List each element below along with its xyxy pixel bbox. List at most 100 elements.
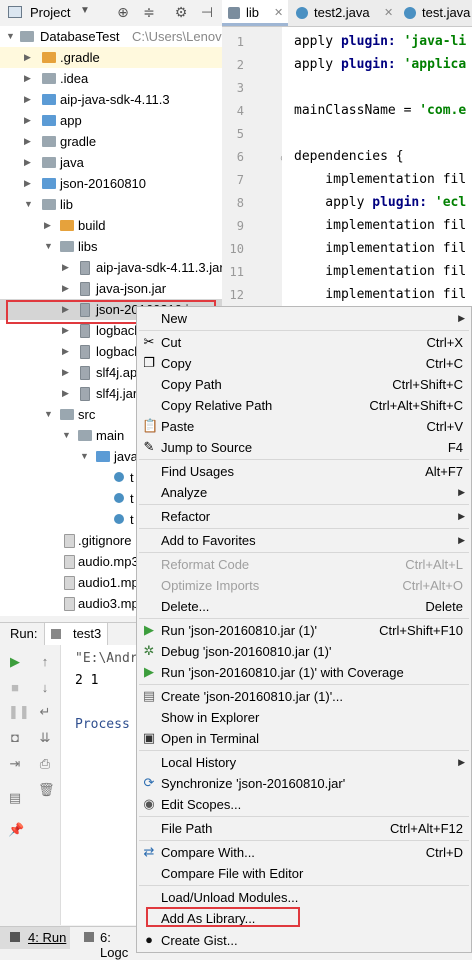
menu-item-add-to-favorites[interactable]: Add to Favorites ▶ xyxy=(137,530,471,551)
arrow-down-icon[interactable]: ↓ xyxy=(38,681,52,695)
tree-item[interactable]: ▼ lib xyxy=(0,194,222,215)
menu-item-run[interactable]: ▶ Run 'json-20160810.jar (1)' Ctrl+Shift… xyxy=(137,620,471,641)
tree-item[interactable]: ▶ app xyxy=(0,110,222,131)
menu-item-shortcut: Ctrl+X xyxy=(426,335,463,350)
pin-icon[interactable]: 📌 xyxy=(8,823,24,837)
expand-arrow-icon[interactable]: ▶ xyxy=(24,68,34,89)
logcat-tool-tab[interactable]: 6: Logc xyxy=(80,927,140,960)
menu-item-show-in-explorer[interactable]: Show in Explorer xyxy=(137,707,471,728)
tree-item-label: main xyxy=(96,428,125,443)
menu-separator xyxy=(139,330,469,331)
menu-item-run-coverage[interactable]: ▶ Run 'json-20160810.jar (1)' with Cover… xyxy=(137,662,471,683)
tree-item[interactable]: ▶ java xyxy=(0,152,222,173)
stop-icon[interactable]: ■ xyxy=(8,681,22,695)
rerun-icon[interactable]: ▶ xyxy=(8,655,22,669)
jar-icon xyxy=(80,282,90,296)
exit-icon[interactable]: ⇥ xyxy=(8,757,22,771)
menu-item-synchronize[interactable]: ⟳ Synchronize 'json-20160810.jar' xyxy=(137,773,471,794)
project-panel-title[interactable]: Project xyxy=(30,5,70,20)
menu-item-create-gist[interactable]: ● Create Gist... xyxy=(137,930,471,951)
hide-panel-icon[interactable]: ⊣ xyxy=(198,3,216,21)
expand-arrow-icon[interactable]: ▼ xyxy=(6,26,16,47)
menu-item-edit-scopes[interactable]: ◉ Edit Scopes... xyxy=(137,794,471,815)
menu-item-new[interactable]: New ▶ xyxy=(137,308,471,329)
expand-arrow-icon[interactable]: ▶ xyxy=(62,362,72,383)
menu-item-cut[interactable]: ✂ Cut Ctrl+X xyxy=(137,332,471,353)
locate-target-icon[interactable]: ⊕ xyxy=(114,3,132,21)
tree-item[interactable]: ▶ aip-java-sdk-4.11.3 xyxy=(0,89,222,110)
expand-arrow-icon[interactable]: ▶ xyxy=(24,152,34,173)
tab-test2[interactable]: test2.java ✕ xyxy=(290,0,396,26)
line-number: 4 xyxy=(236,104,244,118)
tree-item-label: audio.mp3 xyxy=(78,554,139,569)
expand-arrow-icon[interactable]: ▶ xyxy=(62,341,72,362)
menu-item-label: Analyze xyxy=(161,485,208,500)
camera-icon[interactable]: ◘ xyxy=(8,731,22,745)
expand-arrow-icon[interactable]: ▶ xyxy=(24,131,34,152)
menu-item-reformat-code[interactable]: Reformat Code Ctrl+Alt+L xyxy=(137,554,471,575)
close-icon[interactable]: ✕ xyxy=(384,0,393,26)
print-icon[interactable]: ⎙ xyxy=(38,757,52,771)
expand-arrow-icon[interactable]: ▼ xyxy=(24,194,34,215)
expand-arrow-icon[interactable]: ▶ xyxy=(24,110,34,131)
expand-arrow-icon[interactable]: ▶ xyxy=(62,383,72,404)
menu-item-copy-relative-path[interactable]: Copy Relative Path Ctrl+Alt+Shift+C xyxy=(137,395,471,416)
tree-item[interactable]: ▶ json-20160810 xyxy=(0,173,222,194)
menu-item-optimize-imports[interactable]: Optimize Imports Ctrl+Alt+O xyxy=(137,575,471,596)
tree-item[interactable]: ▼ libs xyxy=(0,236,222,257)
expand-arrow-icon[interactable]: ▶ xyxy=(62,278,72,299)
menu-item-compare-file-with-editor[interactable]: Compare File with Editor xyxy=(137,863,471,884)
expand-arrow-icon[interactable]: ▼ xyxy=(44,236,54,257)
tree-item[interactable]: ▶ .gradle xyxy=(0,47,222,68)
module-folder-icon xyxy=(42,115,56,126)
code-editor[interactable]: apply plugin: 'java-li apply plugin: 'ap… xyxy=(282,27,472,307)
menu-item-delete[interactable]: Delete... Delete xyxy=(137,596,471,617)
expand-arrow-icon[interactable]: ▶ xyxy=(24,173,34,194)
menu-item-local-history[interactable]: Local History ▶ xyxy=(137,752,471,773)
menu-item-refactor[interactable]: Refactor ▶ xyxy=(137,506,471,527)
collapse-all-icon[interactable]: ≑ xyxy=(140,3,158,21)
close-icon[interactable]: ✕ xyxy=(274,0,283,26)
tree-item[interactable]: ▶ java-json.jar xyxy=(0,278,222,299)
expand-arrow-icon[interactable]: ▼ xyxy=(80,446,90,467)
menu-item-analyze[interactable]: Analyze ▶ xyxy=(137,482,471,503)
menu-item-paste[interactable]: 📋 Paste Ctrl+V xyxy=(137,416,471,437)
expand-arrow-icon[interactable]: ▼ xyxy=(62,425,72,446)
pause-icon[interactable]: ❚❚ xyxy=(8,705,30,719)
menu-item-load-unload-modules[interactable]: Load/Unload Modules... xyxy=(137,887,471,908)
expand-arrow-icon[interactable]: ▶ xyxy=(24,89,34,110)
scroll-to-end-icon[interactable]: ⇊ xyxy=(38,731,52,745)
menu-item-open-in-terminal[interactable]: ▣ Open in Terminal xyxy=(137,728,471,749)
tree-item[interactable]: ▶ build xyxy=(0,215,222,236)
line-number: 7 xyxy=(236,173,244,187)
tree-item[interactable]: ▶ gradle xyxy=(0,131,222,152)
tree-item[interactable]: ▶ .idea xyxy=(0,68,222,89)
menu-item-debug[interactable]: ✲ Debug 'json-20160810.jar (1)' xyxy=(137,641,471,662)
menu-item-shortcut: Ctrl+Alt+F12 xyxy=(390,821,463,836)
expand-arrow-icon[interactable]: ▶ xyxy=(24,47,34,68)
tree-root[interactable]: ▼ DatabaseTest C:\Users\Lenovo xyxy=(0,26,222,47)
trash-icon[interactable]: 🗑 xyxy=(38,783,55,797)
expand-arrow-icon[interactable]: ▼ xyxy=(44,404,54,425)
menu-item-compare-with[interactable]: ⇄ Compare With... Ctrl+D xyxy=(137,842,471,863)
tree-item-label: .idea xyxy=(60,71,89,86)
expand-arrow-icon[interactable]: ▶ xyxy=(44,215,54,236)
soft-wrap-icon[interactable]: ↵ xyxy=(38,705,52,719)
gear-icon[interactable]: ⚙ xyxy=(172,3,190,21)
chevron-down-icon[interactable]: ▼ xyxy=(80,5,90,16)
tab-lib[interactable]: lib ✕ xyxy=(222,0,288,26)
layout-icon[interactable]: ▤ xyxy=(8,791,22,805)
arrow-up-icon[interactable]: ↑ xyxy=(38,655,52,669)
menu-item-file-path[interactable]: File Path Ctrl+Alt+F12 xyxy=(137,818,471,839)
run-tool-tab[interactable]: 4: Run xyxy=(0,927,70,949)
menu-item-copy-path[interactable]: Copy Path Ctrl+Shift+C xyxy=(137,374,471,395)
menu-item-label: Run 'json-20160810.jar (1)' xyxy=(161,623,317,638)
run-tab[interactable]: test3 xyxy=(44,623,108,645)
tree-item[interactable]: ▶ aip-java-sdk-4.11.3.jar xyxy=(0,257,222,278)
menu-item-find-usages[interactable]: Find Usages Alt+F7 xyxy=(137,461,471,482)
expand-arrow-icon[interactable]: ▶ xyxy=(62,257,72,278)
menu-item-create-config[interactable]: ▤ Create 'json-20160810.jar (1)'... xyxy=(137,686,471,707)
menu-item-copy[interactable]: ❐ Copy Ctrl+C xyxy=(137,353,471,374)
menu-item-jump-to-source[interactable]: ✎ Jump to Source F4 xyxy=(137,437,471,458)
tab-test[interactable]: test.java xyxy=(398,0,472,26)
